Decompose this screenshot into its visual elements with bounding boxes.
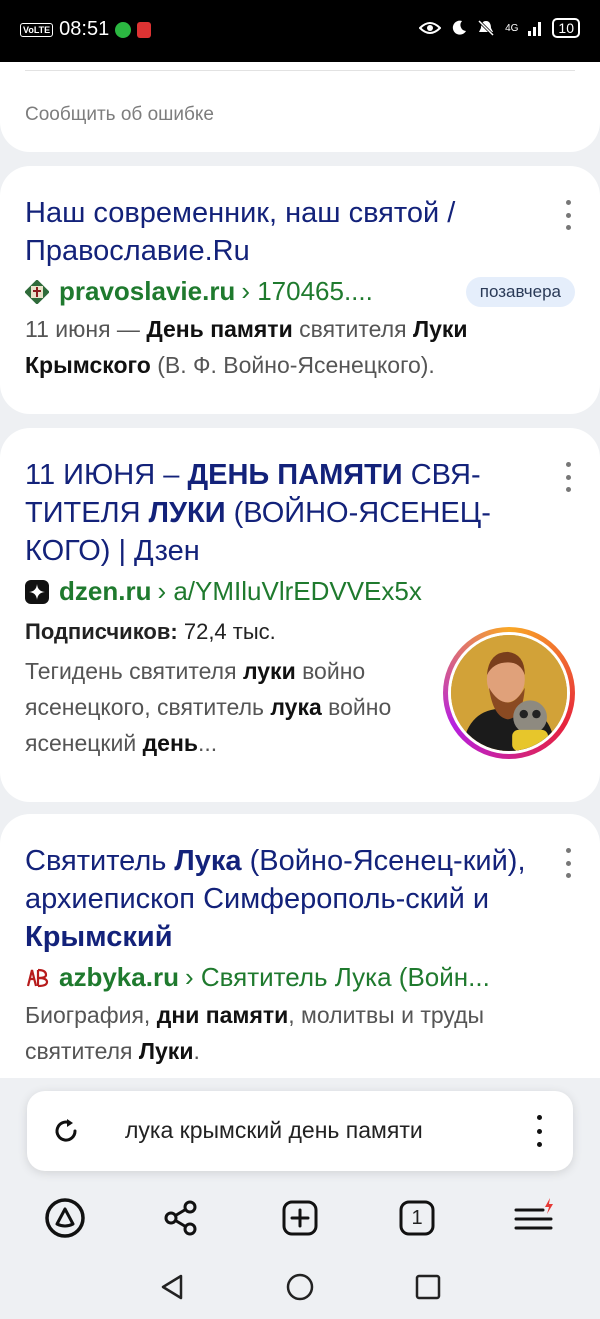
result-domain: pravoslavie.ru bbox=[59, 276, 236, 306]
status-time: 08:51 bbox=[59, 18, 110, 40]
result-snippet: 11 июня — День памяти святителя Луки Кры… bbox=[25, 311, 575, 383]
tabs-icon bbox=[399, 1200, 435, 1236]
search-menu-icon[interactable] bbox=[535, 1115, 543, 1147]
network-type: 4G bbox=[505, 22, 519, 34]
result-domain: azbyka.ru bbox=[59, 962, 179, 992]
recents-icon[interactable] bbox=[413, 1272, 443, 1302]
text-fragment: святителя bbox=[292, 316, 413, 342]
search-result: 11 ИЮНЯ – ДЕНЬ ПАМЯТИ СВЯ-ТИТЕЛЯ ЛУКИ (В… bbox=[0, 428, 600, 802]
browser-toolbar: 1 bbox=[0, 1182, 600, 1254]
result-path: › a/YMIluVlrEDVVEx5x bbox=[157, 576, 422, 606]
divider bbox=[25, 70, 575, 71]
notification-icon bbox=[137, 21, 152, 38]
reload-icon[interactable] bbox=[51, 1116, 81, 1146]
result-path: › Святитель Лука (Войн... bbox=[184, 962, 490, 992]
home-icon[interactable] bbox=[285, 1272, 315, 1302]
results-area[interactable]: Сообщить об ошибке Наш современник, наш … bbox=[0, 62, 600, 1078]
volte-indicator: VoLTE bbox=[20, 22, 54, 37]
subscribers-label: Подписчиков: bbox=[25, 619, 178, 644]
battery-icon: 10 bbox=[552, 18, 580, 38]
azbyka-favicon-icon bbox=[25, 965, 49, 990]
date-badge: позавчера bbox=[465, 276, 575, 307]
mute-icon bbox=[478, 19, 495, 37]
highlighted-text: ЛУКИ bbox=[148, 497, 226, 529]
result-path: › 170465.... bbox=[241, 276, 373, 306]
eye-icon bbox=[419, 22, 442, 34]
text-fragment: ... bbox=[198, 730, 218, 756]
previous-result-card: Сообщить об ошибке bbox=[0, 62, 600, 152]
new-tab-button[interactable] bbox=[278, 1196, 322, 1240]
highlighted-text: луки bbox=[242, 658, 296, 684]
hamburger-menu-icon bbox=[514, 1198, 553, 1230]
more-options-icon[interactable] bbox=[558, 462, 578, 492]
highlighted-text: Луки bbox=[138, 1038, 194, 1064]
search-bar[interactable]: лука крымский день памяти bbox=[27, 1091, 573, 1171]
channel-avatar[interactable] bbox=[443, 627, 575, 759]
text-fragment: 11 июня — bbox=[25, 316, 147, 342]
result-snippet: Биография, дни памяти, молитвы и труды с… bbox=[25, 997, 575, 1069]
alice-icon bbox=[45, 1198, 85, 1238]
highlighted-text: Луки bbox=[412, 316, 468, 342]
highlighted-text: день bbox=[142, 730, 198, 756]
share-button[interactable] bbox=[159, 1196, 203, 1240]
result-url[interactable]: pravoslavie.ru › 170465.... позавчера bbox=[25, 276, 575, 307]
search-result: Святитель Лука (Войно-Ясенец-кий), архие… bbox=[0, 814, 600, 1078]
text-fragment: Святитель bbox=[25, 845, 175, 877]
highlighted-text: дни памяти bbox=[156, 1002, 289, 1028]
highlighted-text: Крымский bbox=[25, 921, 173, 953]
highlighted-text: Крымского bbox=[25, 352, 151, 378]
subscribers-count: Подписчиков: 72,4 тыс. bbox=[25, 619, 423, 645]
highlighted-text: Лука bbox=[174, 845, 242, 877]
plus-square-icon bbox=[282, 1200, 318, 1236]
share-icon bbox=[164, 1200, 197, 1236]
result-snippet: Тегидень святителя луки войно ясенецкого… bbox=[25, 653, 423, 761]
text-fragment: 11 ИЮНЯ – bbox=[25, 459, 188, 491]
menu-button[interactable] bbox=[513, 1196, 557, 1240]
pravoslavie-favicon-icon bbox=[25, 279, 49, 304]
result-title[interactable]: 11 ИЮНЯ – ДЕНЬ ПАМЯТИ СВЯ-ТИТЕЛЯ ЛУКИ (В… bbox=[25, 456, 575, 570]
whatsapp-icon bbox=[115, 21, 132, 38]
highlighted-text: лука bbox=[270, 694, 322, 720]
result-url[interactable]: dzen.ru › a/YMIluVlrEDVVEx5x bbox=[25, 576, 575, 607]
dzen-favicon-icon bbox=[25, 579, 49, 604]
text-fragment: (В. Ф. Войно-Ясенецкого). bbox=[150, 352, 435, 378]
subscribers-value: 72,4 тыс. bbox=[183, 619, 276, 644]
result-url[interactable]: azbyka.ru › Святитель Лука (Войн... bbox=[25, 962, 575, 993]
back-icon[interactable] bbox=[157, 1272, 187, 1302]
search-result: Наш современник, наш святой / Православи… bbox=[0, 166, 600, 414]
more-options-icon[interactable] bbox=[558, 848, 578, 878]
text-fragment: . bbox=[193, 1038, 200, 1064]
result-title[interactable]: Наш современник, наш святой / Православи… bbox=[25, 194, 575, 270]
tabs-button[interactable]: 1 bbox=[395, 1196, 439, 1240]
text-fragment: Биография, bbox=[25, 1002, 157, 1028]
highlighted-text: День памяти bbox=[146, 316, 293, 342]
alice-assistant-button[interactable] bbox=[43, 1196, 87, 1240]
report-error-link[interactable]: Сообщить об ошибке bbox=[25, 104, 214, 126]
moon-icon bbox=[452, 20, 467, 35]
search-query[interactable]: лука крымский день памяти bbox=[125, 1117, 423, 1144]
highlighted-text: ДЕНЬ ПАМЯТИ bbox=[187, 459, 403, 491]
result-title[interactable]: Святитель Лука (Войно-Ясенец-кий), архие… bbox=[25, 842, 575, 956]
more-options-icon[interactable] bbox=[558, 200, 578, 230]
result-domain: dzen.ru bbox=[59, 576, 152, 606]
text-fragment: Тегидень святителя bbox=[25, 658, 243, 684]
system-navigation-bar bbox=[0, 1254, 600, 1319]
signal-icon bbox=[528, 22, 542, 36]
status-bar: VoLTE 08:51 4G 10 bbox=[0, 0, 600, 62]
